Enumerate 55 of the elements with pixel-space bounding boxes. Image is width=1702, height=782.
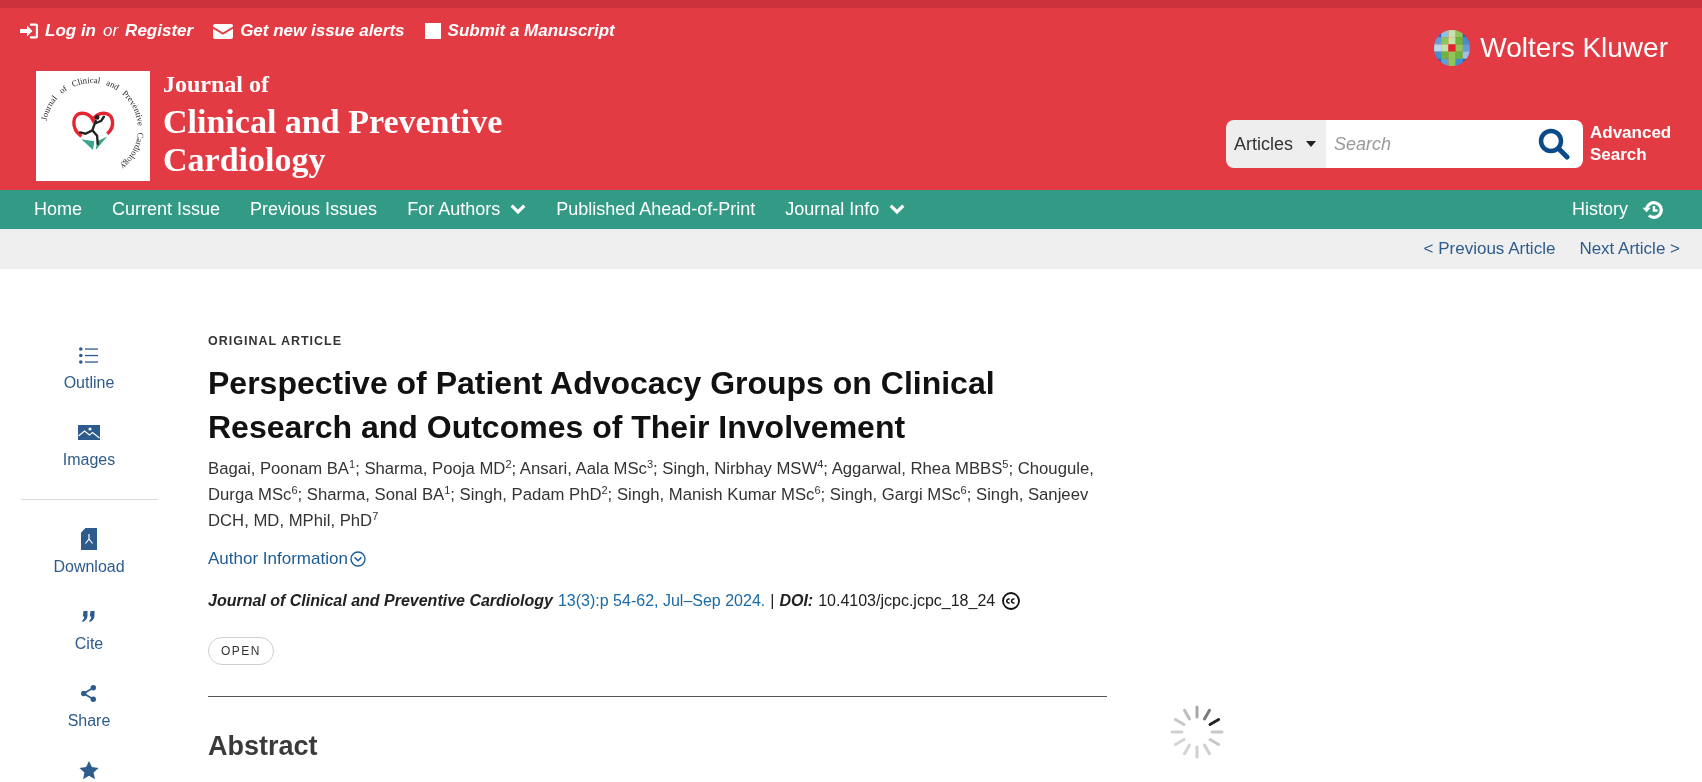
sidebar-link[interactable]: Share: [67, 681, 111, 731]
loading-spinner-icon: [1170, 705, 1224, 759]
sidebar-link[interactable]: Download: [53, 527, 125, 577]
share-icon: [81, 684, 97, 702]
register-link[interactable]: Register: [125, 21, 194, 41]
logo-ring-text: and: [105, 77, 122, 93]
search-button[interactable]: [1525, 120, 1583, 168]
image-icon: [78, 424, 100, 440]
logo-ring-text: Clinical: [70, 74, 102, 89]
header-link[interactable]: Get new issue alerts: [240, 21, 405, 41]
envelope-icon: [213, 23, 234, 39]
or-text: or: [103, 21, 119, 41]
next-article-link[interactable]: Next Article >: [1579, 239, 1680, 259]
separator-text: |: [770, 592, 775, 610]
journal-name: Journal of Clinical and Preventive Cardiology: [208, 592, 553, 610]
list-icon: [79, 346, 99, 364]
author-list: Bagai, Poonam BA$^{1}$; Sharma, Pooja MD$^{2}$; Ansari, Aala MSc$^{3}$; Singh, Nirbhay MSW$^{4}$; Aggarwal, Rhea MBBS$^{5}$; Chougule, Durga MSc$^{6}$; Sharma, Sonal BA$^{1}$; Singh, Padam PhD$^{2}$; Singh, Manish Kumar MSc$^{6}$; Singh, Gargi MSc$^{6}$; Singh, Sanjeev DCH, MD, MPhil, PhD$^{7}$: [208, 456, 1107, 534]
author-information-link[interactable]: Author Information: [208, 549, 366, 569]
history-link[interactable]: History: [1572, 198, 1664, 221]
mosaic-logo-icon: [1434, 30, 1471, 66]
nav-link[interactable]: Journal Info: [770, 199, 921, 220]
pdf-file-icon: [81, 528, 97, 550]
nav-link[interactable]: Published Ahead-of-Print: [541, 199, 771, 220]
doi-text: 10.4103/jcpc.jcpc_18_24: [818, 592, 996, 610]
article-title: Perspective of Patient Advocacy Groups on Clinical Research and Outcomes of Their Involvement: [208, 364, 996, 447]
history-icon: [1642, 198, 1664, 221]
sign-in-icon: [20, 23, 38, 39]
publisher-name: Wolters Kluwer: [1480, 32, 1668, 64]
article-type-label: ORIGINAL ARTICLE: [208, 333, 344, 349]
scope-dropdown[interactable]: Articles: [1226, 120, 1326, 168]
header-link[interactable]: Submit a Manuscript: [447, 21, 615, 41]
square-icon: [424, 23, 441, 39]
advanced-search-link[interactable]: Advanced Search: [1590, 122, 1668, 166]
issue-link[interactable]: 13(3):p 54-62, Jul–Sep 2024.: [557, 592, 766, 610]
nav-link[interactable]: Home: [19, 199, 97, 220]
logo-ring-text: of: [56, 83, 69, 96]
sidebar-link[interactable]: Cite: [74, 604, 104, 654]
doi-label: DOI:: [779, 592, 814, 610]
previous-article-link[interactable]: < Previous Article: [1423, 239, 1556, 259]
heart-runner-drawing: [72, 111, 115, 151]
nav-link[interactable]: For Authors: [392, 199, 542, 220]
creative-commons-icon: [1002, 592, 1021, 610]
journal-title: Journal of Clinical and Preventive Cardiology: [163, 70, 503, 179]
search-icon: [1538, 128, 1570, 160]
nav-link[interactable]: Previous Issues: [235, 199, 393, 220]
star-icon[interactable]: [79, 760, 99, 780]
caret-icon: [1306, 141, 1316, 147]
search-field[interactable]: Search: [1326, 120, 1525, 168]
section-heading: Abstract: [208, 730, 319, 763]
sidebar-link[interactable]: Images: [62, 420, 116, 470]
log-in-link[interactable]: Log in: [45, 21, 96, 41]
quote-icon: [82, 610, 96, 622]
sidebar-link[interactable]: Outline: [63, 343, 115, 393]
nav-link[interactable]: Current Issue: [97, 199, 236, 220]
circle-chevron-icon: [349, 551, 366, 567]
